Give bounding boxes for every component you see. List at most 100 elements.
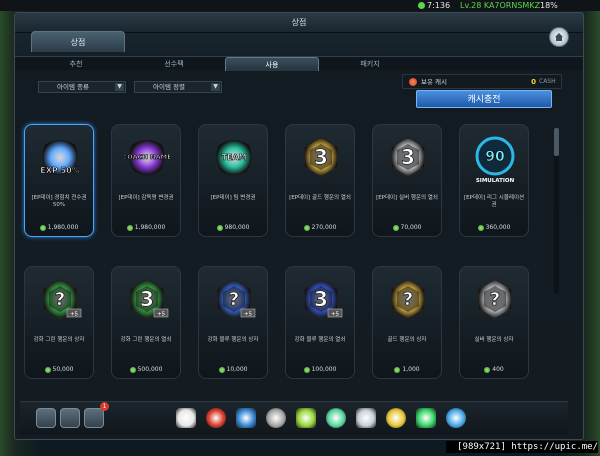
item-name: [EP데이] 감독명 변경권	[118, 195, 174, 201]
ep-coin-icon	[129, 366, 136, 373]
shop-item-card[interactable]: 3 [EP데이] 골드 행운의 열쇠 270,000	[285, 124, 355, 237]
card-icon[interactable]	[36, 408, 56, 428]
item-price: 360,000	[460, 224, 528, 232]
ball-icon[interactable]	[206, 408, 226, 428]
ep-coin-icon	[303, 224, 310, 231]
item-name: 강화 그린 행운의 열쇠	[120, 337, 172, 343]
trophy-icon[interactable]	[266, 408, 286, 428]
item-price-value: 1,980,000	[134, 224, 166, 231]
svg-text:+5: +5	[157, 312, 166, 318]
boots-icon[interactable]	[236, 408, 256, 428]
ep-coin-icon	[303, 366, 310, 373]
status-time: 7:136	[427, 1, 451, 10]
ep-coin-icon	[126, 224, 133, 231]
shop-item-card[interactable]: ? +5 강화 그린 행운의 상자 50,000	[24, 266, 94, 379]
sub-tabs: 추천 선수팩 사용 패키지	[15, 56, 583, 71]
badge-icon[interactable]	[386, 408, 406, 428]
item-sort-label: 아이템 정렬	[153, 83, 185, 91]
item-image: COACH NAME	[122, 133, 172, 183]
item-price: 10,000	[199, 366, 267, 374]
item-name: [EP데이] 실버 행운의 열쇠	[376, 195, 438, 201]
item-price-value: 1,980,000	[47, 224, 79, 231]
svg-text:SIMULATION: SIMULATION	[476, 178, 515, 183]
item-price-value: 70,000	[400, 224, 422, 231]
svg-text:+5: +5	[331, 312, 340, 318]
cone-icon[interactable]	[296, 408, 316, 428]
shop-icon[interactable]	[84, 408, 104, 428]
cash-value: 0	[531, 78, 536, 86]
item-price-value: 270,000	[311, 224, 337, 231]
subtab-player-pack[interactable]: 선수팩	[127, 57, 221, 71]
subtab-recommend[interactable]: 추천	[29, 57, 123, 71]
item-type-label: 아이템 종류	[57, 83, 89, 91]
item-price-value: 10,000	[226, 366, 248, 373]
item-name: [EP데이] 경험치 전수권 50%	[31, 195, 87, 208]
item-sort-dropdown[interactable]: 아이템 정렬 ▼	[134, 81, 222, 93]
shop-item-card[interactable]: COACH NAME [EP데이] 감독명 변경권 1,980,000	[111, 124, 181, 237]
item-image: ? +5	[37, 275, 83, 325]
board-icon[interactable]	[326, 408, 346, 428]
cash-panel: 보유 캐시 0 CASH	[402, 74, 562, 89]
shop-item-card[interactable]: ? 실버 행운의 상자 400	[459, 266, 529, 379]
charge-cash-button[interactable]: 캐시충전	[416, 90, 552, 108]
shop-item-card[interactable]: EXP 50% [EP데이] 경험치 전수권 50% 1,980,000	[24, 124, 94, 237]
svg-text:?: ?	[55, 289, 65, 310]
subtab-package[interactable]: 패키지	[323, 57, 417, 71]
item-price: 1,980,000	[112, 224, 180, 232]
subtab-use[interactable]: 사용	[225, 57, 319, 71]
shop-item-card[interactable]: TEAM [EP데이] 팀 변경권 980,000	[198, 124, 268, 237]
status-bar: 7:136 Lv.28 KA7ORNSMKZ 18%	[0, 0, 600, 11]
item-price: 70,000	[373, 224, 441, 232]
item-name: 실버 행운의 상자	[474, 337, 514, 343]
ep-coin-icon	[216, 224, 223, 231]
shop-item-card[interactable]: 90 SIMULATION [EP데이] 리그 시뮬레이션권 360,000	[459, 124, 529, 237]
home-icon[interactable]	[549, 27, 569, 47]
shop-item-card[interactable]: ? +5 강화 블루 행운의 상자 10,000	[198, 266, 268, 379]
chevron-down-icon: ▼	[211, 83, 220, 91]
item-image: ?	[472, 275, 518, 325]
item-image: 3 +5	[298, 275, 344, 325]
game-screen: 7:136 Lv.28 KA7ORNSMKZ 18% 상점 상점 추천 선수팩 …	[0, 0, 600, 456]
stats-icon[interactable]	[416, 408, 436, 428]
item-type-dropdown[interactable]: 아이템 종류 ▼	[38, 81, 126, 93]
item-price: 980,000	[199, 224, 267, 232]
ticket-icon[interactable]	[356, 408, 376, 428]
shop-item-card[interactable]: 3 [EP데이] 실버 행운의 열쇠 70,000	[372, 124, 442, 237]
ep-coin-icon	[477, 224, 484, 231]
svg-text:EXP 50%: EXP 50%	[40, 166, 79, 175]
notification-badge: 1	[100, 402, 109, 411]
status-battery: 18%	[540, 1, 558, 10]
item-image: 3 +5	[124, 275, 170, 325]
shop-item-card[interactable]: 3 +5 강화 그린 행운의 열쇠 500,000	[111, 266, 181, 379]
svg-text:TEAM: TEAM	[221, 153, 246, 162]
svg-text:COACH NAME: COACH NAME	[124, 153, 170, 161]
svg-text:+5: +5	[70, 312, 79, 318]
watermark: [989x721] https://upic.me/	[446, 441, 598, 453]
item-name: 골드 행운의 상자	[387, 337, 427, 343]
item-price: 500,000	[112, 366, 180, 374]
ep-coin-icon	[44, 366, 51, 373]
ep-coin-icon	[39, 224, 46, 231]
item-name: 강화 블루 행운의 상자	[207, 337, 259, 343]
shop-item-card[interactable]: 3 +5 강화 블루 행운의 열쇠 100,000	[285, 266, 355, 379]
shop-item-card[interactable]: ? 골드 행운의 상자 1,000	[372, 266, 442, 379]
svg-text:3: 3	[140, 287, 154, 311]
window-title: 상점	[15, 13, 583, 33]
tab-shop[interactable]: 상점	[31, 31, 125, 52]
svg-text:?: ?	[229, 289, 239, 310]
item-price-value: 980,000	[224, 224, 250, 231]
chevron-down-icon: ▼	[115, 83, 124, 91]
basket-icon[interactable]	[446, 408, 466, 428]
item-name: [EP데이] 팀 변경권	[210, 195, 256, 201]
svg-text:3: 3	[314, 145, 328, 169]
calendar-icon[interactable]	[60, 408, 80, 428]
ep-coin-icon	[484, 366, 491, 373]
svg-text:?: ?	[490, 289, 500, 310]
item-price-value: 50,000	[52, 366, 74, 373]
whistle-icon[interactable]	[176, 408, 196, 428]
item-image: EXP 50%	[37, 133, 83, 183]
cash-label: 보유 캐시	[421, 78, 447, 86]
item-image: ?	[385, 275, 431, 325]
svg-text:90: 90	[485, 149, 505, 165]
cash-coin-icon	[409, 78, 417, 86]
